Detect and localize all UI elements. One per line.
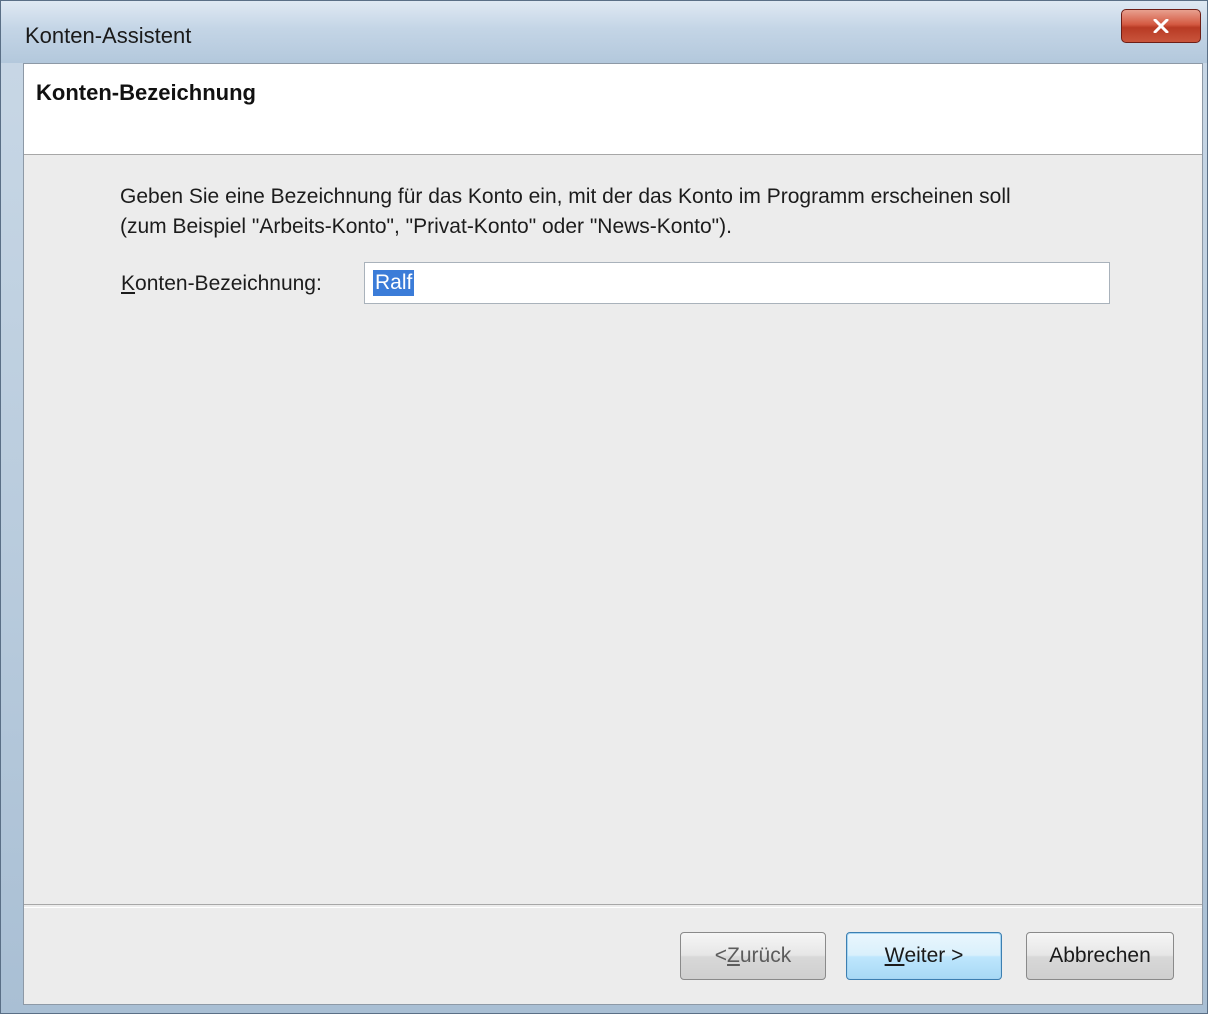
description-line-1: Geben Sie eine Bezeichnung für das Konto… <box>120 185 1011 208</box>
next-button[interactable]: Weiter > <box>846 932 1002 980</box>
button-separator <box>24 904 1202 908</box>
page-description: Geben Sie eine Bezeichnung für das Konto… <box>120 182 1160 242</box>
cancel-button-label: Abbrechen <box>1049 944 1151 967</box>
title-bar[interactable]: Konten-Assistent <box>1 1 1207 63</box>
close-icon <box>1153 19 1169 33</box>
page-header: Konten-Bezeichnung <box>24 64 1202 155</box>
label-mnemonic: K <box>121 272 136 295</box>
cancel-button[interactable]: Abbrechen <box>1026 932 1174 980</box>
label-text: onten-Bezeichnung: <box>135 272 322 295</box>
back-button-prefix: < <box>714 944 728 967</box>
window-title: Konten-Assistent <box>25 23 192 48</box>
selected-input-text: Ralf <box>373 270 415 296</box>
next-button-mnemonic: W <box>884 944 905 967</box>
back-button-mnemonic: Z <box>727 944 740 967</box>
wizard-page: Konten-Bezeichnung Geben Sie eine Bezeic… <box>23 63 1203 1005</box>
close-button[interactable] <box>1121 9 1201 43</box>
wizard-window: Konten-Assistent Konten-Bezeichnung Gebe… <box>0 0 1208 1014</box>
page-title: Konten-Bezeichnung <box>36 80 256 105</box>
next-button-label: eiter > <box>904 944 964 967</box>
account-name-input[interactable]: Ralf <box>364 262 1110 304</box>
description-line-2: (zum Beispiel "Arbeits-Konto", "Privat-K… <box>120 215 732 238</box>
back-button[interactable]: < Zurück <box>680 932 826 980</box>
back-button-label: urück <box>739 944 792 967</box>
account-name-label: Konten-Bezeichnung: <box>121 272 322 296</box>
